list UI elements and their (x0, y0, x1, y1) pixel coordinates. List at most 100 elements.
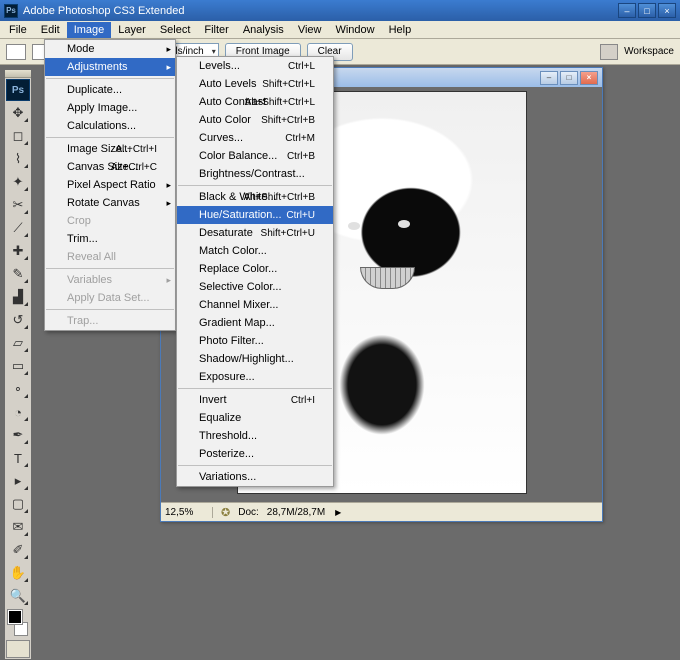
menu-item-label: Color Balance... (199, 150, 277, 162)
tools-panel-grip[interactable] (5, 70, 31, 78)
image-menu-item[interactable]: Mode▸ (45, 40, 175, 58)
doc-maximize-button[interactable]: □ (560, 71, 578, 85)
image-menu-item[interactable]: Trim... (45, 230, 175, 248)
adjustments-item[interactable]: InvertCtrl+I (177, 391, 333, 409)
image-content (360, 267, 415, 289)
clone-stamp-tool[interactable]: ▟ (6, 286, 30, 308)
adjustments-item[interactable]: Gradient Map... (177, 314, 333, 332)
menu-item-label: Variables (67, 274, 112, 286)
menu-file[interactable]: File (2, 22, 34, 38)
background-color[interactable] (14, 622, 28, 636)
adjustments-item[interactable]: Replace Color... (177, 260, 333, 278)
tool-preset-dropdown[interactable] (6, 44, 26, 60)
menu-item-label: Hue/Saturation... (199, 209, 282, 221)
menu-item-label: Trap... (67, 315, 98, 327)
menu-item-shortcut: Ctrl+L (288, 61, 315, 72)
path-selection-tool[interactable]: ▸ (6, 470, 30, 492)
menubar: File Edit Image Layer Select Filter Anal… (0, 21, 680, 39)
image-menu-item[interactable]: Canvas Size...Alt+Ctrl+C (45, 158, 175, 176)
adjustments-item[interactable]: Black & White...Alt+Shift+Ctrl+B (177, 188, 333, 206)
history-brush-tool[interactable]: ↺ (6, 309, 30, 331)
adjustments-item[interactable]: Hue/Saturation...Ctrl+U (177, 206, 333, 224)
menu-filter[interactable]: Filter (197, 22, 235, 38)
adjustments-item[interactable]: Brightness/Contrast... (177, 165, 333, 183)
crop-tool[interactable]: ✂ (6, 194, 30, 216)
foreground-color[interactable] (8, 610, 22, 624)
image-menu-item[interactable]: Image Size...Alt+Ctrl+I (45, 140, 175, 158)
adjustments-item[interactable]: Channel Mixer... (177, 296, 333, 314)
dodge-tool[interactable]: ◔ (6, 401, 30, 423)
brush-tool[interactable]: ✎ (6, 263, 30, 285)
workspace-icon[interactable] (600, 44, 618, 60)
adjustments-item[interactable]: Selective Color... (177, 278, 333, 296)
image-menu-item: Trap... (45, 312, 175, 330)
image-menu-item[interactable]: Duplicate... (45, 81, 175, 99)
menu-window[interactable]: Window (328, 22, 381, 38)
standard-mode-button[interactable] (6, 640, 30, 658)
menu-item-label: Exposure... (199, 371, 255, 383)
hand-tool[interactable]: ✋ (6, 562, 30, 584)
menu-layer[interactable]: Layer (111, 22, 153, 38)
shape-tool[interactable]: ▢ (6, 493, 30, 515)
image-menu-item[interactable]: Pixel Aspect Ratio▸ (45, 176, 175, 194)
zoom-level[interactable]: 12,5% (165, 507, 213, 518)
menu-help[interactable]: Help (382, 22, 419, 38)
menu-image[interactable]: Image (67, 22, 112, 38)
eraser-tool[interactable]: ▱ (6, 332, 30, 354)
adjustments-item[interactable]: Levels...Ctrl+L (177, 57, 333, 75)
magic-wand-tool[interactable]: ✦ (6, 171, 30, 193)
adjustments-item[interactable]: Curves...Ctrl+M (177, 129, 333, 147)
marquee-tool[interactable]: ◻ (6, 125, 30, 147)
adjustments-item[interactable]: Color Balance...Ctrl+B (177, 147, 333, 165)
adjustments-item[interactable]: Posterize... (177, 445, 333, 463)
menu-edit[interactable]: Edit (34, 22, 67, 38)
zoom-tool[interactable]: 🔍 (6, 585, 30, 607)
menu-item-label: Selective Color... (199, 281, 282, 293)
menu-item-label: Reveal All (67, 251, 116, 263)
image-menu-item: Apply Data Set... (45, 289, 175, 307)
lasso-tool[interactable]: ⌇ (6, 148, 30, 170)
pen-tool[interactable]: ✒ (6, 424, 30, 446)
window-maximize-button[interactable]: □ (638, 3, 656, 18)
window-minimize-button[interactable]: – (618, 3, 636, 18)
adjustments-item[interactable]: Photo Filter... (177, 332, 333, 350)
menu-item-shortcut: Alt+Shift+Ctrl+B (244, 192, 315, 203)
adjustments-item[interactable]: Auto ColorShift+Ctrl+B (177, 111, 333, 129)
menu-analysis[interactable]: Analysis (236, 22, 291, 38)
gradient-tool[interactable]: ▭ (6, 355, 30, 377)
type-tool[interactable]: T (6, 447, 30, 469)
doc-info-menu-icon[interactable]: ▶ (335, 508, 341, 517)
adjustments-item[interactable]: Exposure... (177, 368, 333, 386)
adjustments-item[interactable]: Shadow/Highlight... (177, 350, 333, 368)
menu-select[interactable]: Select (153, 22, 198, 38)
notes-tool[interactable]: ✉ (6, 516, 30, 538)
image-menu-item[interactable]: Adjustments▸ (45, 58, 175, 76)
doc-close-button[interactable]: × (580, 71, 598, 85)
adjustments-item[interactable]: Match Color... (177, 242, 333, 260)
menu-view[interactable]: View (291, 22, 329, 38)
slice-tool[interactable]: ⟋ (6, 217, 30, 239)
blur-tool[interactable]: ∘ (6, 378, 30, 400)
image-menu-item: Reveal All (45, 248, 175, 266)
window-close-button[interactable]: × (658, 3, 676, 18)
workspace-label[interactable]: Workspace (624, 46, 674, 57)
menu-item-label: Apply Image... (67, 102, 137, 114)
image-content (398, 220, 410, 228)
image-menu-item[interactable]: Rotate Canvas▸ (45, 194, 175, 212)
adjustments-item[interactable]: DesaturateShift+Ctrl+U (177, 224, 333, 242)
adjustments-item[interactable]: Variations... (177, 468, 333, 486)
adjustments-item[interactable]: Auto LevelsShift+Ctrl+L (177, 75, 333, 93)
eyedropper-tool[interactable]: ✐ (6, 539, 30, 561)
adjustments-item[interactable]: Auto ContrastAlt+Shift+Ctrl+L (177, 93, 333, 111)
image-menu-item[interactable]: Apply Image... (45, 99, 175, 117)
menu-item-label: Crop (67, 215, 91, 227)
doc-minimize-button[interactable]: – (540, 71, 558, 85)
move-tool[interactable]: ✥ (6, 102, 30, 124)
healing-brush-tool[interactable]: ✚ (6, 240, 30, 262)
adjustments-item[interactable]: Threshold... (177, 427, 333, 445)
adjustments-item[interactable]: Equalize (177, 409, 333, 427)
menu-item-label: Calculations... (67, 120, 136, 132)
color-swatches[interactable] (7, 609, 29, 637)
menu-item-shortcut: Shift+Ctrl+U (261, 228, 315, 239)
image-menu-item[interactable]: Calculations... (45, 117, 175, 135)
